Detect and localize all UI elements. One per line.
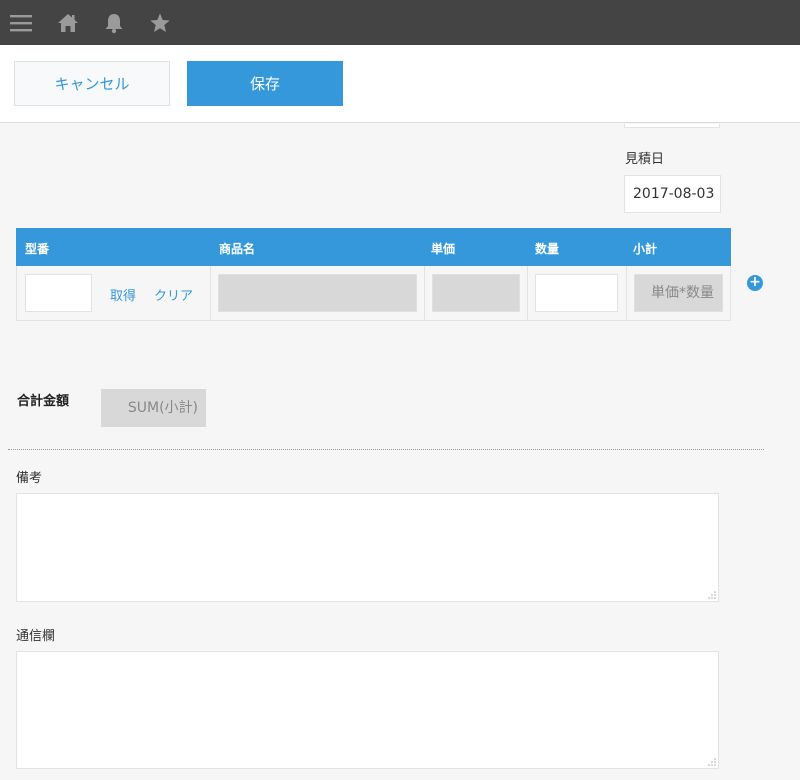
column-header-unit-price: 単価: [431, 242, 456, 256]
total-amount-label: 合計金額: [17, 394, 70, 409]
column-header-subtotal: 小計: [633, 242, 658, 256]
table-header: 型番 商品名 単価 数量 小計: [16, 228, 731, 266]
top-navigation-bar: [0, 0, 800, 45]
estimate-date-label: 見積日: [625, 152, 665, 167]
remarks-label: 備考: [16, 471, 43, 486]
column-divider: [626, 266, 627, 320]
home-icon[interactable]: [57, 12, 79, 34]
bell-icon[interactable]: [103, 12, 125, 34]
estimate-date-input[interactable]: 2017-08-03: [624, 175, 721, 213]
column-divider: [424, 266, 425, 320]
model-input[interactable]: [25, 274, 92, 312]
add-row-icon[interactable]: +: [747, 275, 763, 291]
star-icon[interactable]: [149, 12, 171, 34]
communication-label: 通信欄: [16, 629, 56, 644]
action-bar: キャンセル 保存: [0, 45, 800, 123]
column-header-model: 型番: [25, 242, 50, 256]
save-button[interactable]: 保存: [187, 61, 343, 106]
section-divider: [8, 449, 764, 450]
line-items-table: 型番 商品名 単価 数量 小計 取得 クリア 単価*数量: [16, 228, 731, 321]
total-amount-field: SUM(小計): [101, 389, 206, 427]
resize-grip-icon[interactable]: [708, 758, 716, 766]
quantity-input[interactable]: [535, 274, 618, 312]
cancel-button[interactable]: キャンセル: [14, 61, 170, 106]
column-header-quantity: 数量: [535, 242, 560, 256]
communication-textarea[interactable]: [16, 651, 719, 769]
unit-price-field: [432, 274, 520, 312]
column-header-product-name: 商品名: [219, 242, 256, 256]
fetch-link[interactable]: 取得: [110, 285, 136, 304]
table-row: 取得 クリア 単価*数量: [16, 266, 731, 321]
remarks-textarea[interactable]: [16, 493, 719, 602]
column-divider: [210, 266, 211, 320]
resize-grip-icon[interactable]: [708, 591, 716, 599]
clear-link[interactable]: クリア: [154, 285, 193, 304]
menu-icon[interactable]: [10, 12, 32, 34]
previous-field-input[interactable]: [624, 124, 720, 128]
column-divider: [527, 266, 528, 320]
subtotal-field: 単価*数量: [634, 274, 723, 312]
product-name-field: [218, 274, 417, 312]
